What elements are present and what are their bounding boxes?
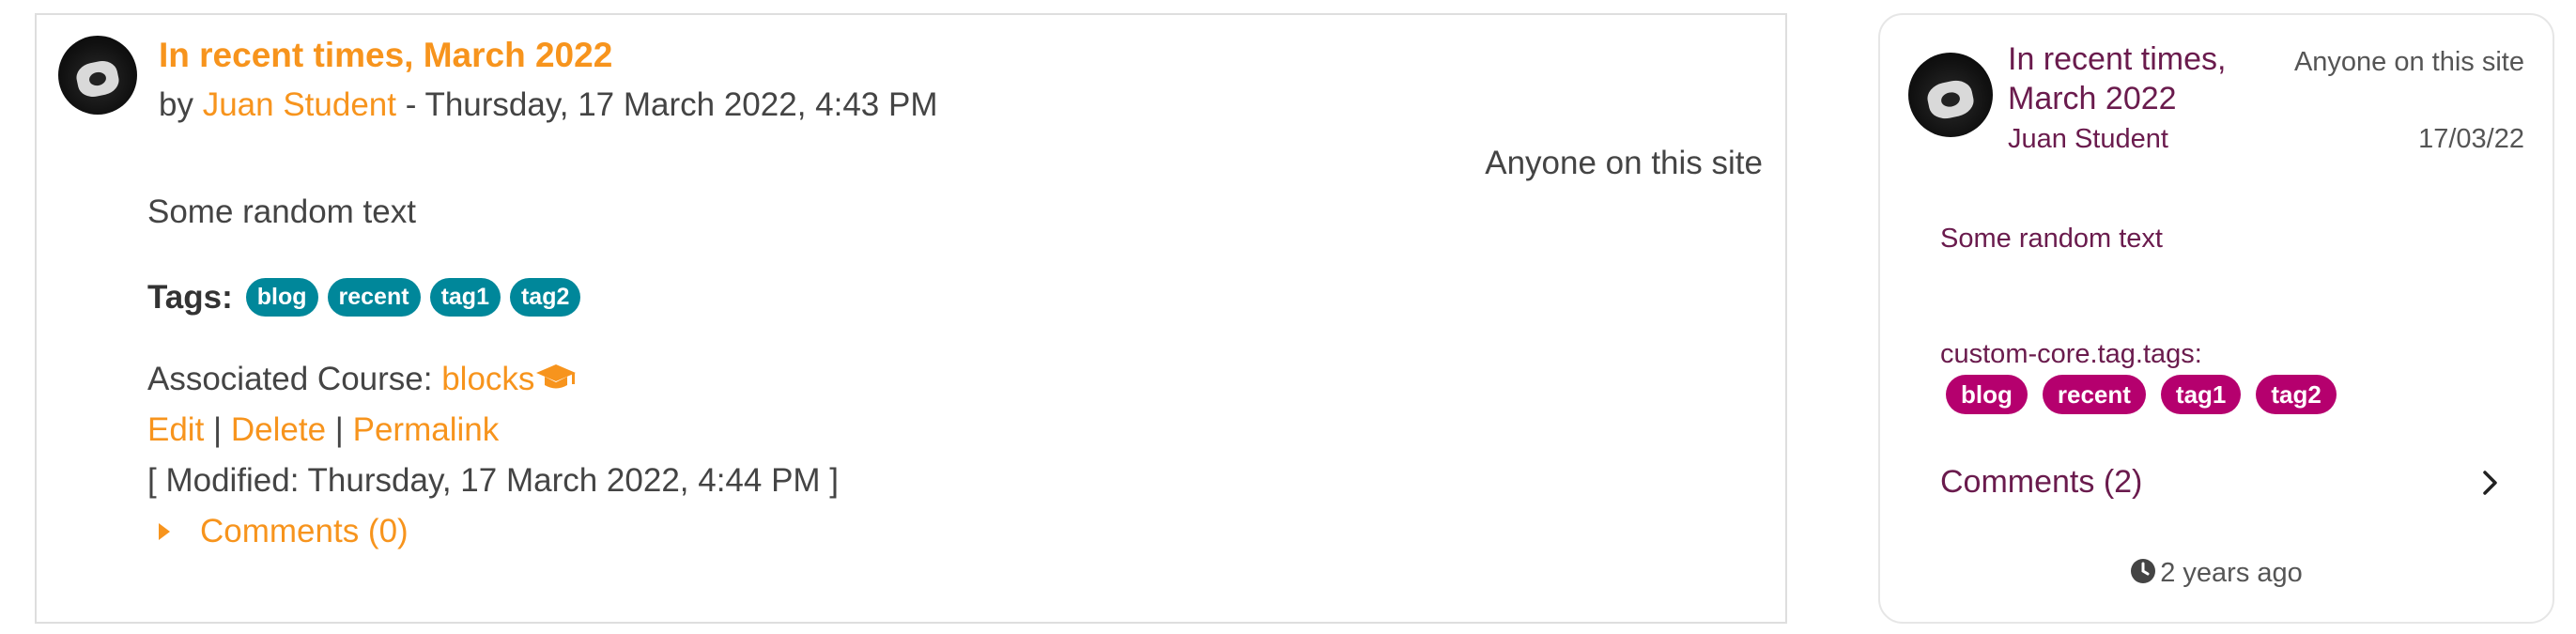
visibility-label: Anyone on this site: [1485, 145, 1763, 181]
delete-link[interactable]: Delete: [231, 411, 326, 448]
user-avatar[interactable]: [58, 36, 137, 115]
tags-list: blog recent tag1 tag2: [1946, 375, 2352, 414]
tag-badge[interactable]: recent: [327, 278, 421, 317]
caret-right-icon: [159, 523, 170, 540]
time-ago-label: 2 years ago: [2160, 558, 2303, 588]
entry-title[interactable]: In recent times, March 2022: [2008, 39, 2290, 118]
entry-actions: Edit | Delete | Permalink: [147, 411, 499, 449]
edit-link[interactable]: Edit: [147, 411, 204, 448]
author-name[interactable]: Juan Student: [2008, 124, 2168, 155]
tags-label: custom-core.tag.tags:: [1940, 339, 2202, 369]
tags-label: Tags:: [147, 278, 233, 316]
tag-badge[interactable]: tag1: [429, 278, 501, 317]
comments-button[interactable]: Comments (2): [1940, 464, 2502, 501]
action-separator: |: [213, 411, 223, 448]
modified-date: [ Modified: Thursday, 17 March 2022, 4:4…: [147, 462, 840, 499]
blog-entry-card: In recent times, March 2022 Juan Student…: [1878, 13, 2554, 624]
entry-content: Some random text: [1940, 224, 2163, 254]
action-separator: |: [334, 411, 344, 448]
permalink-link[interactable]: Permalink: [353, 411, 500, 448]
entry-date: 17/03/22: [2418, 124, 2524, 154]
chevron-right-icon: [2483, 470, 2497, 495]
blog-entry: In recent times, March 2022 by Juan Stud…: [35, 13, 1787, 624]
course-link[interactable]: blocks: [441, 361, 534, 397]
tag-badge[interactable]: recent: [2042, 375, 2146, 414]
time-ago: 2 years ago: [1880, 558, 2553, 589]
course-label: Associated Course:: [147, 361, 433, 397]
author-link[interactable]: Juan Student: [203, 86, 396, 123]
graduation-cap-icon[interactable]: [534, 362, 578, 394]
tag-badge[interactable]: blog: [245, 278, 318, 317]
tag-badge[interactable]: tag2: [2256, 375, 2337, 414]
comments-label: Comments (0): [200, 513, 409, 549]
byline-prefix: by: [159, 86, 193, 123]
visibility-label: Anyone on this site: [2293, 47, 2524, 77]
associated-course: Associated Course: blocks: [147, 361, 578, 398]
entry-title[interactable]: In recent times, March 2022: [159, 36, 612, 75]
user-avatar[interactable]: [1908, 53, 1993, 137]
entry-byline: by Juan Student - Thursday, 17 March 202…: [159, 86, 938, 124]
entry-datetime: - Thursday, 17 March 2022, 4:43 PM: [405, 86, 938, 123]
clock-icon: [2131, 559, 2156, 583]
comments-label: Comments (2): [1940, 464, 2143, 500]
tags-row: Tags: blog recent tag1 tag2: [147, 278, 590, 317]
tag-badge[interactable]: tag2: [509, 278, 581, 317]
tag-badge[interactable]: blog: [1946, 375, 2028, 414]
tag-badge[interactable]: tag1: [2160, 375, 2242, 414]
comments-toggle[interactable]: Comments (0): [159, 513, 409, 550]
entry-content: Some random text: [147, 193, 416, 230]
